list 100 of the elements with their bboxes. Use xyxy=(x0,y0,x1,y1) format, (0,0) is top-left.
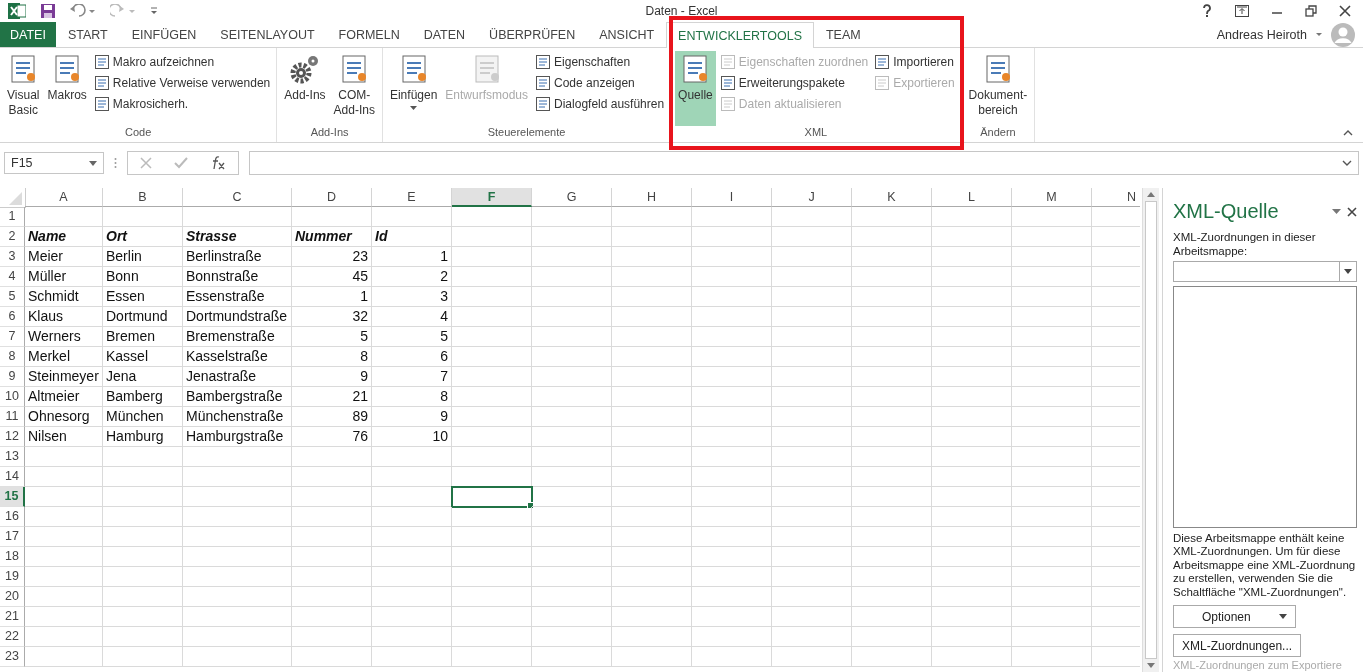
ribbon-button[interactable]: Einfügen xyxy=(386,51,441,126)
caret-icon xyxy=(1279,614,1287,619)
table-cell: Bremen xyxy=(103,327,183,347)
ribbon-button[interactable]: Dokument- bereich xyxy=(965,51,1031,126)
column-header[interactable]: K xyxy=(852,188,932,207)
ribbon-button[interactable]: Relative Verweise verwenden xyxy=(91,74,273,92)
table-cell: 5 xyxy=(372,327,452,347)
row-header[interactable]: 21 xyxy=(0,607,25,627)
row-header[interactable]: 4 xyxy=(0,267,25,287)
row-header[interactable]: 5 xyxy=(0,287,25,307)
options-button[interactable]: Optionen xyxy=(1173,605,1296,628)
row-header[interactable]: 3 xyxy=(0,247,25,267)
close-icon[interactable] xyxy=(1347,206,1357,217)
ribbon-button[interactable]: Quelle xyxy=(675,51,716,126)
ribbon-button[interactable]: COM- Add-Ins xyxy=(330,51,378,126)
column-header[interactable]: L xyxy=(932,188,1012,207)
formula-field[interactable] xyxy=(249,151,1359,175)
ribbon-button[interactable]: Erweiterungspakete xyxy=(717,74,871,92)
maps-dropdown[interactable] xyxy=(1173,261,1357,282)
ribbon-button[interactable]: Importieren xyxy=(872,53,957,71)
ribbon-button[interactable]: Add-Ins xyxy=(281,51,329,126)
row-header[interactable]: 2 xyxy=(0,227,25,247)
table-cell: Ort xyxy=(103,227,183,247)
row-header[interactable]: 19 xyxy=(0,567,25,587)
check-icon[interactable] xyxy=(174,157,188,169)
customize-icon[interactable] xyxy=(150,6,158,16)
row-header[interactable]: 15 xyxy=(0,487,25,507)
close-icon[interactable] xyxy=(1339,5,1351,17)
ribbon-button[interactable]: Makrosicherh. xyxy=(91,95,273,113)
xml-maps-button[interactable]: XML-Zuordnungen... xyxy=(1173,634,1302,657)
column-header[interactable]: H xyxy=(612,188,692,207)
help-icon[interactable] xyxy=(1201,4,1213,18)
ribbon-tab[interactable]: ENTWICKLERTOOLS xyxy=(666,22,814,48)
restore-icon[interactable] xyxy=(1305,5,1317,17)
row-header[interactable]: 18 xyxy=(0,547,25,567)
ribbon-button[interactable]: Dialogfeld ausführen xyxy=(533,95,667,113)
row-header[interactable]: 11 xyxy=(0,407,25,427)
column-header[interactable]: I xyxy=(692,188,772,207)
ribbon-button[interactable]: Makros xyxy=(44,51,90,126)
row-header[interactable]: 17 xyxy=(0,527,25,547)
function-icon[interactable] xyxy=(210,156,226,170)
column-header[interactable]: A xyxy=(25,188,103,207)
row-header[interactable]: 20 xyxy=(0,587,25,607)
scroll-down-icon[interactable] xyxy=(1147,663,1155,668)
ribbon-tab[interactable]: SEITENLAYOUT xyxy=(208,22,327,47)
user-name[interactable]: Andreas Heiroth xyxy=(1216,27,1307,42)
ribbon-button[interactable]: Code anzeigen xyxy=(533,74,667,92)
ribbon-tab[interactable]: ÜBERPRÜFEN xyxy=(477,22,588,47)
row-header[interactable]: 22 xyxy=(0,627,25,647)
file-tab[interactable]: DATEI xyxy=(0,22,56,47)
row-header[interactable]: 8 xyxy=(0,347,25,367)
row-header[interactable]: 6 xyxy=(0,307,25,327)
ribbon-display-icon[interactable] xyxy=(1235,5,1249,17)
scroll-up-icon[interactable] xyxy=(1147,192,1155,197)
table-cell: Müller xyxy=(25,267,103,287)
caret-icon[interactable] xyxy=(1315,31,1323,38)
ribbon-tab[interactable]: TEAM xyxy=(814,22,873,47)
ribbon-button[interactable]: Makro aufzeichnen xyxy=(91,53,273,71)
row-header[interactable]: 1 xyxy=(0,207,25,227)
row-header[interactable]: 16 xyxy=(0,507,25,527)
caret-icon xyxy=(89,160,97,166)
list-icon xyxy=(719,75,736,91)
column-header[interactable]: J xyxy=(772,188,852,207)
column-header[interactable]: C xyxy=(183,188,292,207)
row-header[interactable]: 23 xyxy=(0,647,25,667)
row-header[interactable]: 9 xyxy=(0,367,25,387)
table-cell: 32 xyxy=(292,307,372,327)
name-box[interactable]: F15 xyxy=(4,152,104,174)
collapse-icon[interactable] xyxy=(1343,130,1353,136)
group-label: Steuerelemente xyxy=(486,126,567,140)
undo-icon[interactable] xyxy=(70,4,96,18)
row-header[interactable]: 13 xyxy=(0,447,25,467)
list-icon xyxy=(874,75,891,91)
scroll-bar[interactable] xyxy=(1142,188,1159,672)
ribbon-tab[interactable]: EINFÜGEN xyxy=(119,22,209,47)
table-cell: 8 xyxy=(372,387,452,407)
column-header[interactable]: M xyxy=(1012,188,1092,207)
column-header[interactable]: B xyxy=(103,188,183,207)
table-cell: Schmidt xyxy=(25,287,103,307)
table-cell: 2 xyxy=(372,267,452,287)
ribbon-tab[interactable]: DATEN xyxy=(411,22,478,47)
app-logo-icon xyxy=(8,3,26,19)
ribbon-tab[interactable]: START xyxy=(55,22,120,47)
row-header[interactable]: 12 xyxy=(0,427,25,447)
row-header[interactable]: 10 xyxy=(0,387,25,407)
column-header[interactable]: G xyxy=(532,188,612,207)
ribbon-tab[interactable]: ANSICHT xyxy=(587,22,667,47)
list-icon xyxy=(719,54,736,70)
caret-icon[interactable] xyxy=(1332,208,1341,215)
ribbon-button[interactable]: Eigenschaften xyxy=(533,53,667,71)
group-label: XML xyxy=(803,126,829,140)
row-header[interactable]: 7 xyxy=(0,327,25,347)
table-cell: Münchenstraße xyxy=(183,407,292,427)
column-header[interactable]: F xyxy=(452,188,532,207)
column-header[interactable]: D xyxy=(292,188,372,207)
ribbon-tab[interactable]: FORMELN xyxy=(326,22,412,47)
window-title: Daten - Excel xyxy=(645,4,718,18)
info-message: Diese Arbeitsmappe enthält keine XML-Zuordnungen. Um für diese Arbeitsmappe eine XML-Zuordnung zu erstellen, verwenden Sie die Schaltfläche "XML-Zuordnungen". xyxy=(1173,531,1357,599)
ribbon-button[interactable]: Visual Basic xyxy=(4,51,43,126)
save-icon[interactable] xyxy=(40,3,56,19)
